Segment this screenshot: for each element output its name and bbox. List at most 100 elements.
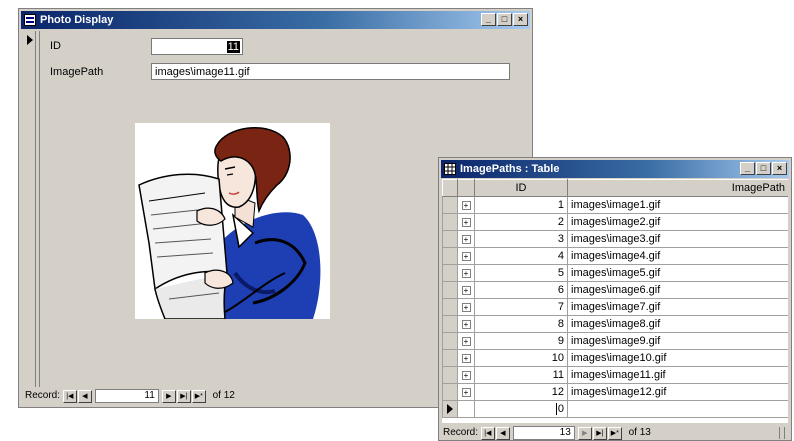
resize-grip[interactable] bbox=[779, 427, 785, 439]
maximize-button[interactable]: □ bbox=[497, 13, 512, 26]
table-row[interactable]: +5 images\image5.gif bbox=[442, 264, 788, 282]
expand-cell[interactable]: + bbox=[457, 196, 475, 214]
expand-cell[interactable]: + bbox=[457, 281, 475, 299]
row-selector[interactable] bbox=[442, 213, 458, 231]
table-row[interactable]: +10 images\image10.gif bbox=[442, 349, 788, 367]
first-record-button[interactable]: |◀ bbox=[62, 389, 77, 403]
last-record-button[interactable]: ▶| bbox=[592, 426, 607, 440]
next-record-button[interactable]: ▶ bbox=[577, 426, 592, 440]
minimize-button[interactable]: _ bbox=[740, 162, 755, 175]
expand-cell[interactable]: + bbox=[457, 315, 475, 333]
select-all-corner[interactable] bbox=[442, 179, 458, 197]
id-cell[interactable]: 6 bbox=[474, 281, 568, 299]
close-button[interactable]: × bbox=[772, 162, 787, 175]
row-selector[interactable] bbox=[442, 349, 458, 367]
table-row[interactable]: +9 images\image9.gif bbox=[442, 332, 788, 350]
id-cell[interactable]: 5 bbox=[474, 264, 568, 282]
row-selector[interactable] bbox=[442, 366, 458, 384]
expand-plus-icon[interactable]: + bbox=[461, 354, 471, 363]
expand-plus-icon[interactable]: + bbox=[461, 252, 471, 261]
close-button[interactable]: × bbox=[513, 13, 528, 26]
imagepath-cell[interactable]: images\image9.gif bbox=[567, 332, 788, 350]
id-cell[interactable]: 9 bbox=[474, 332, 568, 350]
table-row[interactable]: +1 images\image1.gif bbox=[442, 196, 788, 214]
imagepath-cell[interactable]: images\image5.gif bbox=[567, 264, 788, 282]
record-number-input[interactable]: 11 bbox=[94, 389, 159, 403]
photo-display-titlebar[interactable]: Photo Display _ □ × bbox=[21, 11, 530, 29]
imagepath-cell[interactable]: images\image7.gif bbox=[567, 298, 788, 316]
imagepath-cell[interactable]: images\image11.gif bbox=[567, 366, 788, 384]
column-header-id[interactable]: ID bbox=[474, 179, 568, 197]
imagepath-cell[interactable]: images\image10.gif bbox=[567, 349, 788, 367]
id-cell[interactable]: 8 bbox=[474, 315, 568, 333]
new-record-row[interactable]: 0 bbox=[442, 400, 788, 418]
row-selector[interactable] bbox=[442, 247, 458, 265]
new-record-button[interactable]: ▶* bbox=[607, 426, 622, 440]
imagepath-field[interactable]: images\image11.gif bbox=[151, 63, 510, 80]
record-number-input[interactable]: 13 bbox=[512, 426, 575, 440]
expand-cell[interactable]: + bbox=[457, 298, 475, 316]
row-selector[interactable] bbox=[442, 281, 458, 299]
imagepath-cell[interactable]: images\image12.gif bbox=[567, 383, 788, 401]
expand-plus-icon[interactable]: + bbox=[461, 235, 471, 244]
new-record-button[interactable]: ▶* bbox=[191, 389, 206, 403]
table-row[interactable]: +8 images\image8.gif bbox=[442, 315, 788, 333]
table-row[interactable]: +12 images\image12.gif bbox=[442, 383, 788, 401]
column-header-imagepath[interactable]: ImagePath bbox=[567, 179, 788, 197]
row-selector[interactable] bbox=[442, 332, 458, 350]
row-selector[interactable] bbox=[442, 298, 458, 316]
id-cell[interactable]: 3 bbox=[474, 230, 568, 248]
table-titlebar[interactable]: ImagePaths : Table _ □ × bbox=[441, 160, 789, 178]
minimize-button[interactable]: _ bbox=[481, 13, 496, 26]
new-path-cell[interactable] bbox=[567, 400, 788, 418]
expand-cell[interactable]: + bbox=[457, 247, 475, 265]
table-row[interactable]: +11 images\image11.gif bbox=[442, 366, 788, 384]
expand-plus-icon[interactable]: + bbox=[461, 218, 471, 227]
id-field[interactable]: 11 bbox=[151, 38, 243, 55]
expand-cell[interactable]: + bbox=[457, 383, 475, 401]
expand-cell[interactable]: + bbox=[457, 264, 475, 282]
id-cell[interactable]: 10 bbox=[474, 349, 568, 367]
row-selector[interactable] bbox=[442, 400, 458, 418]
expand-plus-icon[interactable]: + bbox=[461, 201, 471, 210]
imagepath-cell[interactable]: images\image8.gif bbox=[567, 315, 788, 333]
imagepath-cell[interactable]: images\image4.gif bbox=[567, 247, 788, 265]
expand-cell[interactable]: + bbox=[457, 349, 475, 367]
id-cell[interactable]: 2 bbox=[474, 213, 568, 231]
row-selector[interactable] bbox=[442, 230, 458, 248]
first-record-button[interactable]: |◀ bbox=[480, 426, 495, 440]
expand-cell[interactable]: + bbox=[457, 332, 475, 350]
record-selector-bar[interactable] bbox=[23, 31, 36, 387]
row-selector[interactable] bbox=[442, 315, 458, 333]
imagepath-cell[interactable]: images\image1.gif bbox=[567, 196, 788, 214]
table-row[interactable]: +6 images\image6.gif bbox=[442, 281, 788, 299]
expand-plus-icon[interactable]: + bbox=[461, 371, 471, 380]
id-cell[interactable]: 4 bbox=[474, 247, 568, 265]
expand-cell[interactable]: + bbox=[457, 230, 475, 248]
expand-plus-icon[interactable]: + bbox=[461, 388, 471, 397]
next-record-button[interactable]: ▶ bbox=[161, 389, 176, 403]
new-id-cell[interactable]: 0 bbox=[474, 400, 568, 418]
imagepath-cell[interactable]: images\image3.gif bbox=[567, 230, 788, 248]
expand-plus-icon[interactable]: + bbox=[461, 320, 471, 329]
expand-cell[interactable]: + bbox=[457, 213, 475, 231]
table-row[interactable]: +4 images\image4.gif bbox=[442, 247, 788, 265]
previous-record-button[interactable]: ◀ bbox=[77, 389, 92, 403]
imagepath-cell[interactable]: images\image2.gif bbox=[567, 213, 788, 231]
table-row[interactable]: +3 images\image3.gif bbox=[442, 230, 788, 248]
imagepath-cell[interactable]: images\image6.gif bbox=[567, 281, 788, 299]
id-cell[interactable]: 1 bbox=[474, 196, 568, 214]
table-row[interactable]: +2 images\image2.gif bbox=[442, 213, 788, 231]
id-cell[interactable]: 7 bbox=[474, 298, 568, 316]
last-record-button[interactable]: ▶| bbox=[176, 389, 191, 403]
expand-plus-icon[interactable]: + bbox=[461, 269, 471, 278]
maximize-button[interactable]: □ bbox=[756, 162, 771, 175]
previous-record-button[interactable]: ◀ bbox=[495, 426, 510, 440]
expand-plus-icon[interactable]: + bbox=[461, 337, 471, 346]
row-selector[interactable] bbox=[442, 264, 458, 282]
id-cell[interactable]: 12 bbox=[474, 383, 568, 401]
row-selector[interactable] bbox=[442, 383, 458, 401]
table-row[interactable]: +7 images\image7.gif bbox=[442, 298, 788, 316]
expand-cell[interactable]: + bbox=[457, 366, 475, 384]
row-selector[interactable] bbox=[442, 196, 458, 214]
